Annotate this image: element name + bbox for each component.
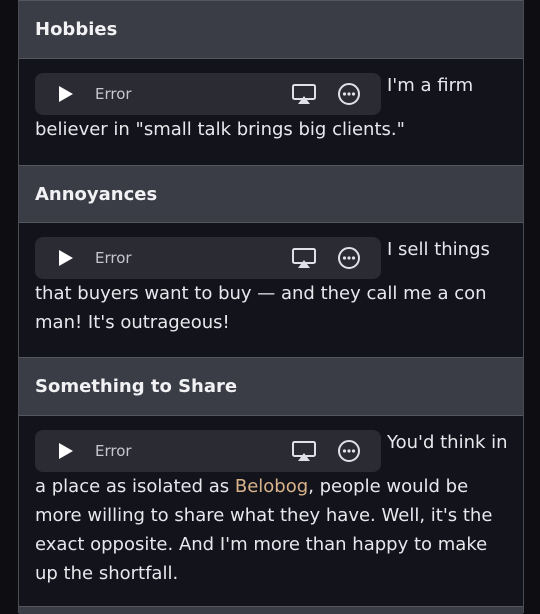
voice-line-paragraph: Error I'm a firm believer in "small talk… [35, 71, 515, 144]
play-icon[interactable] [59, 250, 73, 266]
belobog-link[interactable]: Belobog [235, 476, 308, 497]
play-icon[interactable] [59, 443, 73, 459]
player-status: Error [95, 85, 132, 103]
voice-lines-panel: Hobbies Error I'm a firm believer in "sm… [18, 0, 524, 614]
voice-line-paragraph: Error I sell things that buyers want to … [35, 235, 515, 337]
section-title: Something to Share [35, 376, 238, 397]
section-header-hobbies: Hobbies [19, 0, 523, 59]
audio-player[interactable]: Error [35, 237, 381, 279]
more-options-icon[interactable] [337, 82, 361, 106]
section-body-something-to-share: Error You'd think in a place as isolated… [19, 416, 523, 606]
more-options-icon[interactable] [337, 246, 361, 270]
more-options-icon[interactable] [337, 439, 361, 463]
audio-player[interactable]: Error [35, 73, 381, 115]
voice-line-paragraph: Error You'd think in a place as isolated… [35, 428, 515, 588]
section-title: Annoyances [35, 183, 158, 205]
section-header-something-to-share: Something to Share [19, 357, 523, 416]
section-body-hobbies: Error I'm a firm believer in "small talk… [19, 59, 523, 165]
airplay-icon[interactable] [291, 247, 317, 269]
section-header-annoyances: Annoyances [19, 165, 523, 223]
play-icon[interactable] [59, 86, 73, 102]
player-status: Error [95, 442, 132, 460]
airplay-icon[interactable] [291, 83, 317, 105]
airplay-icon[interactable] [291, 440, 317, 462]
player-status: Error [95, 249, 132, 267]
audio-player[interactable]: Error [35, 430, 381, 472]
section-title: Hobbies [35, 19, 118, 40]
section-body-annoyances: Error I sell things that buyers want to … [19, 223, 523, 357]
